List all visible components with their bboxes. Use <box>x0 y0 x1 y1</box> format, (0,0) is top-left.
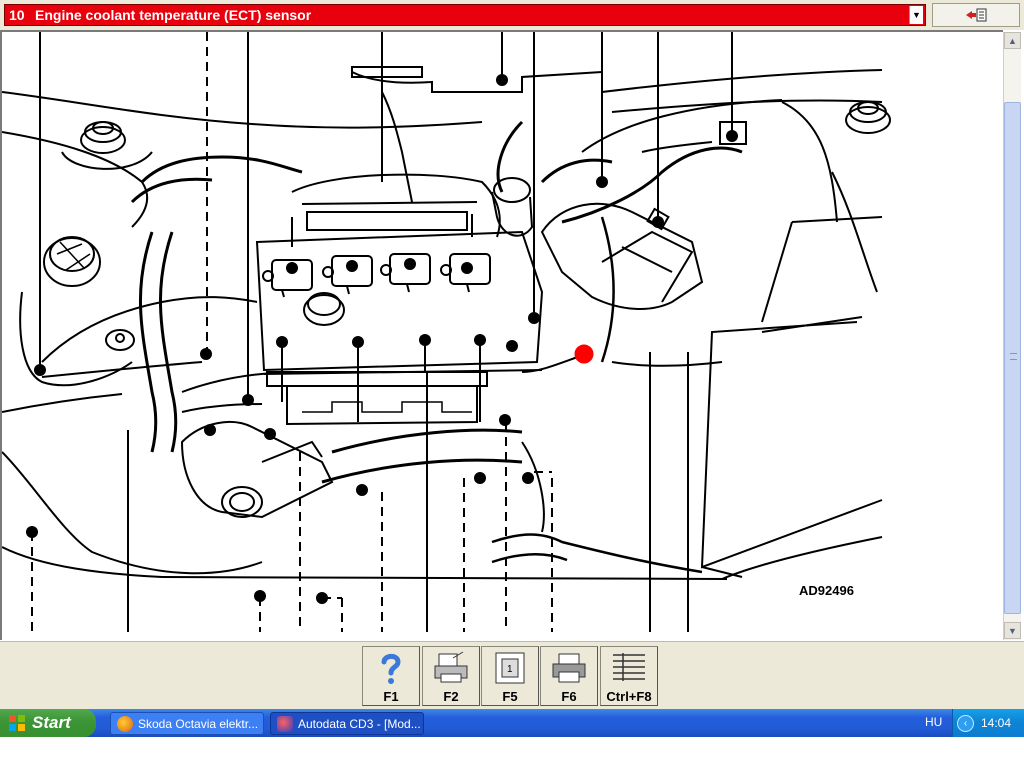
component-info-icon: 1 <box>495 652 525 684</box>
component-select[interactable]: 10 Engine coolant temperature (ECT) sens… <box>4 4 926 26</box>
windows-logo-icon <box>9 715 25 731</box>
function-key-toolbar: F1 F2 1 F5 F6 Ctrl+F8 <box>0 641 1024 709</box>
strut-mount-right <box>845 101 891 134</box>
taskbar-item-label: Skoda Octavia elektr... <box>138 716 259 731</box>
printer-icon <box>552 653 586 683</box>
diagram-reference-code: AD92496 <box>799 583 854 598</box>
print-setup-button[interactable]: F2 <box>422 646 480 706</box>
list-button-label: Ctrl+F8 <box>606 689 652 704</box>
chevron-down-icon[interactable]: ▼ <box>909 6 923 24</box>
ect-sensor-highlight[interactable] <box>574 344 594 364</box>
component-title: Engine coolant temperature (ECT) sensor <box>35 7 312 23</box>
diagram-body-outline <box>2 69 883 580</box>
scroll-thumb[interactable] <box>1004 102 1021 614</box>
hoses <box>41 66 743 574</box>
component-info-button[interactable]: 1 F5 <box>481 646 539 706</box>
taskbar-item-autodata[interactable]: Autodata CD3 - [Mod... <box>270 712 424 735</box>
scroll-up-button[interactable]: ▲ <box>1004 32 1021 49</box>
ignition-coil-pack <box>262 253 491 298</box>
language-indicator[interactable]: HU <box>925 715 942 729</box>
engine-bay-diagram: AD92496 <box>0 30 1003 640</box>
air-filter-housing <box>540 121 747 310</box>
component-number: 10 <box>9 7 25 23</box>
component-selector-bar: 10 Engine coolant temperature (ECT) sens… <box>0 0 1024 30</box>
exit-button[interactable] <box>932 3 1020 27</box>
engine-cylinder-head <box>255 173 544 426</box>
autodata-icon <box>277 715 293 732</box>
component-info-button-label: F5 <box>502 689 518 704</box>
start-button[interactable]: Start <box>0 709 96 737</box>
clock[interactable]: 14:04 <box>981 716 1011 730</box>
help-button[interactable]: F1 <box>362 646 420 706</box>
list-button[interactable]: Ctrl+F8 <box>600 646 658 706</box>
list-table-icon <box>613 653 645 681</box>
print-setup-button-label: F2 <box>443 689 459 704</box>
exit-door-icon <box>966 8 987 22</box>
print-setup-icon <box>434 651 468 683</box>
help-question-icon <box>381 653 401 684</box>
svg-text:1: 1 <box>507 664 513 675</box>
print-button-label: F6 <box>561 689 577 704</box>
screen-bottom-margin <box>0 737 1024 768</box>
diagram-scrollbar[interactable]: ▲ ▼ <box>1003 32 1021 640</box>
scroll-down-button[interactable]: ▼ <box>1004 622 1021 639</box>
help-button-label: F1 <box>383 689 399 704</box>
taskbar-item-label: Autodata CD3 - [Mod... <box>298 716 421 731</box>
start-button-label: Start <box>32 713 71 732</box>
expansion-tank <box>19 236 135 387</box>
chevron-left-icon[interactable]: ‹ <box>957 714 974 732</box>
system-tray: ‹ 14:04 <box>952 709 1024 737</box>
windows-taskbar: Start Skoda Octavia elektr... Autodata C… <box>0 709 1024 737</box>
print-button[interactable]: F6 <box>540 646 598 706</box>
firefox-icon <box>117 715 133 732</box>
taskbar-item-skoda[interactable]: Skoda Octavia elektr... <box>110 712 264 735</box>
